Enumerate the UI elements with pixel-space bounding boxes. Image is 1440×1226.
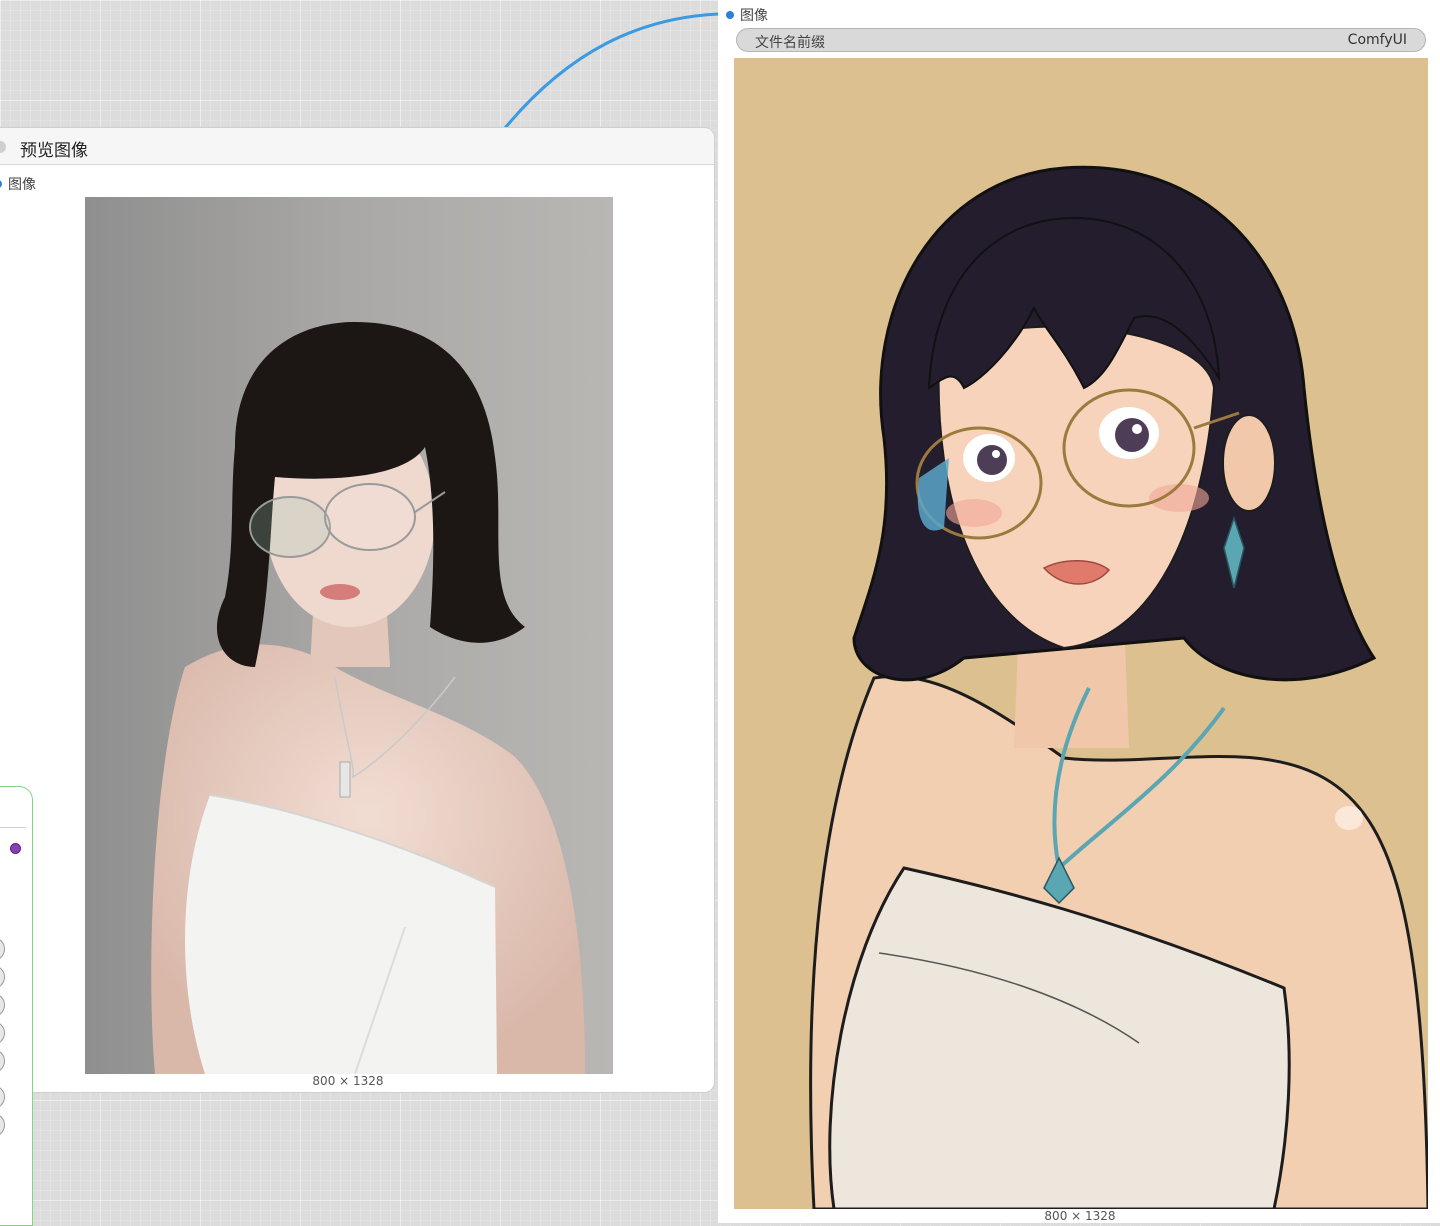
input-slot-label: 图像 — [8, 177, 36, 193]
image-slot-dot-icon[interactable] — [0, 180, 2, 188]
node-title: 预览图像 — [20, 141, 88, 161]
node-title-bar[interactable]: 预览图像 — [0, 128, 714, 165]
input-slot-label: 图像 — [740, 8, 768, 24]
filename-prefix-value[interactable]: ComfyUI — [1348, 32, 1407, 48]
preview-photo — [85, 197, 613, 1074]
collapse-dot-icon[interactable] — [0, 141, 6, 153]
filename-prefix-label: 文件名前缀 — [755, 35, 825, 51]
input-slot-image[interactable]: 图像 — [0, 174, 36, 194]
photo-portrait-image — [85, 197, 613, 1074]
widget-circle-icon[interactable] — [0, 993, 5, 1017]
output-slot-dot-icon[interactable] — [10, 843, 21, 854]
image-slot-dot-icon[interactable] — [726, 11, 734, 19]
widget-circle-icon[interactable] — [0, 1021, 5, 1045]
partial-node[interactable] — [0, 786, 33, 1226]
anime-portrait-image — [734, 58, 1428, 1209]
widget-circle-icon[interactable] — [0, 965, 5, 989]
save-image-node[interactable]: 图像 文件名前缀 ComfyUI 800 × 1328 — [718, 0, 1440, 1223]
divider — [0, 827, 26, 828]
widget-circle-icon[interactable] — [0, 937, 5, 961]
output-anime-image — [734, 58, 1428, 1209]
image-dimensions: 800 × 1328 — [1044, 1209, 1116, 1223]
widget-circle-icon[interactable] — [0, 1113, 5, 1137]
filename-prefix-widget[interactable]: 文件名前缀 ComfyUI — [736, 28, 1426, 52]
preview-image-node[interactable]: 预览图像 图像 800 × 1328 — [0, 128, 714, 1092]
image-dimensions: 800 × 1328 — [312, 1074, 384, 1088]
widget-circle-icon[interactable] — [0, 1085, 5, 1109]
widget-circle-icon[interactable] — [0, 1049, 5, 1073]
input-slot-image[interactable]: 图像 — [726, 5, 768, 25]
